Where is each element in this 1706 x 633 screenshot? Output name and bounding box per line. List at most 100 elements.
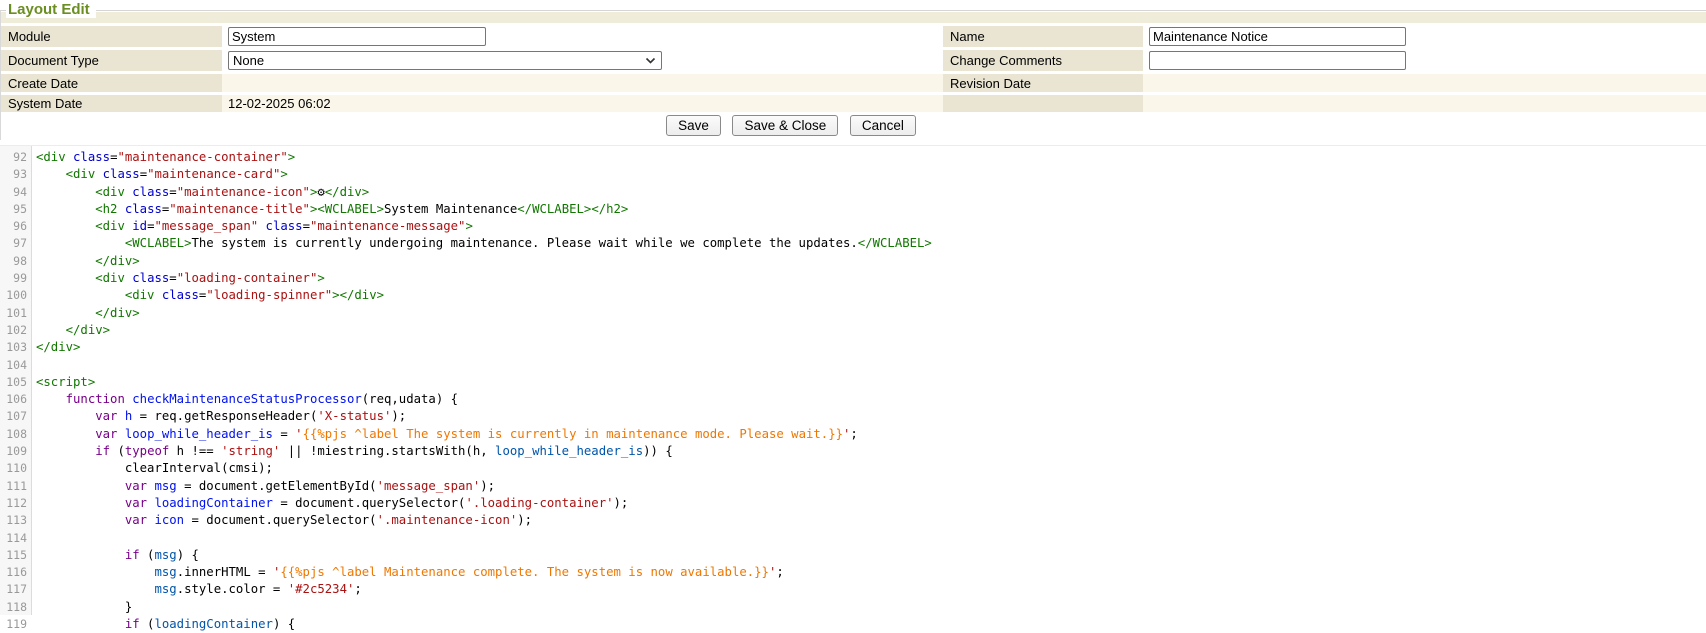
- code-line: 118 }: [0, 599, 1706, 616]
- line-number: 95: [0, 201, 27, 218]
- line-number: 112: [0, 495, 27, 512]
- table-spacer-row: [1, 12, 1706, 23]
- code-line: 97 <WCLABEL>The system is currently unde…: [0, 235, 1706, 252]
- cancel-button[interactable]: Cancel: [850, 115, 916, 136]
- empty-label-cell: [943, 95, 1143, 112]
- code-line-text: var icon = document.querySelector('.main…: [27, 512, 532, 529]
- code-line-text: </div>: [27, 253, 140, 270]
- code-line: 109 if (typeof h !== 'string' || !miestr…: [0, 443, 1706, 460]
- code-line: 94 <div class="maintenance-icon">⚙</div>: [0, 184, 1706, 201]
- name-label: Name: [943, 26, 1143, 47]
- line-number: 100: [0, 287, 27, 304]
- document-type-selected-option: None: [233, 53, 264, 68]
- line-number: 103: [0, 339, 27, 356]
- code-line: 93 <div class="maintenance-card">: [0, 166, 1706, 183]
- document-type-label: Document Type: [1, 50, 222, 71]
- line-number: 111: [0, 478, 27, 495]
- code-line: 92<div class="maintenance-container">: [0, 149, 1706, 166]
- line-number: 105: [0, 374, 27, 391]
- line-number: 114: [0, 530, 27, 547]
- module-label: Module: [1, 26, 222, 47]
- module-value-cell: [222, 26, 943, 47]
- line-number: 93: [0, 166, 27, 183]
- code-line: 100 <div class="loading-spinner"></div>: [0, 287, 1706, 304]
- page-title: Layout Edit: [6, 1, 96, 18]
- create-date-value: [222, 74, 943, 92]
- code-line: 103</div>: [0, 339, 1706, 356]
- code-line-text: if (msg) {: [27, 547, 199, 564]
- line-number: 92: [0, 149, 27, 166]
- line-number: 97: [0, 235, 27, 252]
- layout-edit-panel: Layout Edit Module Name Document Type No…: [0, 10, 1706, 140]
- code-line-text: <div class="loading-spinner"></div>: [27, 287, 384, 304]
- save-and-close-button[interactable]: Save & Close: [732, 115, 838, 136]
- change-comments-value-cell: [1143, 50, 1706, 71]
- create-date-label: Create Date: [1, 74, 222, 92]
- system-date-label: System Date: [1, 95, 222, 112]
- code-line: 117 msg.style.color = '#2c5234';: [0, 581, 1706, 598]
- code-line: 114: [0, 530, 1706, 547]
- code-line: 116 msg.innerHTML = '{{%pjs ^label Maint…: [0, 564, 1706, 581]
- change-comments-label: Change Comments: [943, 50, 1143, 71]
- code-line-text: <WCLABEL>The system is currently undergo…: [27, 235, 932, 252]
- code-line: 104: [0, 357, 1706, 374]
- line-number: 118: [0, 599, 27, 616]
- code-line: 102 </div>: [0, 322, 1706, 339]
- save-button[interactable]: Save: [666, 115, 721, 136]
- code-editor[interactable]: 92<div class="maintenance-container">93 …: [0, 145, 1706, 615]
- document-type-select[interactable]: None: [228, 51, 662, 70]
- code-line-text: msg.style.color = '#2c5234';: [27, 581, 362, 598]
- line-number: 104: [0, 357, 27, 374]
- code-lines[interactable]: 92<div class="maintenance-container">93 …: [0, 146, 1706, 633]
- code-line-text: msg.innerHTML = '{{%pjs ^label Maintenan…: [27, 564, 784, 581]
- code-line-text: function checkMaintenanceStatusProcessor…: [27, 391, 458, 408]
- code-line: 110 clearInterval(cmsi);: [0, 460, 1706, 477]
- revision-date-value: [1143, 74, 1706, 92]
- code-line-text: <div id="message_span" class="maintenanc…: [27, 218, 473, 235]
- code-line: 111 var msg = document.getElementById('m…: [0, 478, 1706, 495]
- code-line-text: <h2 class="maintenance-title"><WCLABEL>S…: [27, 201, 628, 218]
- code-line-text: var loadingContainer = document.querySel…: [27, 495, 628, 512]
- line-number: 115: [0, 547, 27, 564]
- code-line: 108 var loop_while_header_is = '{{%pjs ^…: [0, 426, 1706, 443]
- line-number: 109: [0, 443, 27, 460]
- code-line-text: if (typeof h !== 'string' || !miestring.…: [27, 443, 673, 460]
- line-number: 101: [0, 305, 27, 322]
- code-line: 99 <div class="loading-container">: [0, 270, 1706, 287]
- line-number: 98: [0, 253, 27, 270]
- code-line-text: clearInterval(cmsi);: [27, 460, 273, 477]
- code-line-text: <div class="maintenance-icon">⚙</div>: [27, 184, 369, 201]
- code-line-text: </div>: [27, 339, 80, 356]
- code-line: 107 var h = req.getResponseHeader('X-sta…: [0, 408, 1706, 425]
- code-line-text: </div>: [27, 322, 110, 339]
- empty-value-cell: [1143, 95, 1706, 112]
- layout-edit-form: Module Name Document Type None Change Co…: [1, 11, 1706, 112]
- line-number: 110: [0, 460, 27, 477]
- change-comments-input[interactable]: [1149, 51, 1406, 70]
- name-value-cell: [1143, 26, 1706, 47]
- line-number: 106: [0, 391, 27, 408]
- line-number: 113: [0, 512, 27, 529]
- revision-date-label: Revision Date: [943, 74, 1143, 92]
- name-input[interactable]: [1149, 27, 1406, 46]
- code-line: 101 </div>: [0, 305, 1706, 322]
- code-line-text: [27, 357, 36, 374]
- code-line-text: var h = req.getResponseHeader('X-status'…: [27, 408, 406, 425]
- code-line: 115 if (msg) {: [0, 547, 1706, 564]
- code-line-text: var msg = document.getElementById('messa…: [27, 478, 495, 495]
- code-line: 113 var icon = document.querySelector('.…: [0, 512, 1706, 529]
- code-line-text: </div>: [27, 305, 140, 322]
- code-line-text: <div class="loading-container">: [27, 270, 325, 287]
- code-line: 98 </div>: [0, 253, 1706, 270]
- module-input[interactable]: [228, 27, 486, 46]
- code-line-text: <div class="maintenance-card">: [27, 166, 288, 183]
- line-number: 96: [0, 218, 27, 235]
- chevron-down-icon: [645, 57, 656, 64]
- line-number: 99: [0, 270, 27, 287]
- line-number: 116: [0, 564, 27, 581]
- code-line: 105<script>: [0, 374, 1706, 391]
- line-number: 107: [0, 408, 27, 425]
- code-line: 95 <h2 class="maintenance-title"><WCLABE…: [0, 201, 1706, 218]
- code-line-text: <script>: [27, 374, 95, 391]
- document-type-value-cell: None: [222, 50, 943, 71]
